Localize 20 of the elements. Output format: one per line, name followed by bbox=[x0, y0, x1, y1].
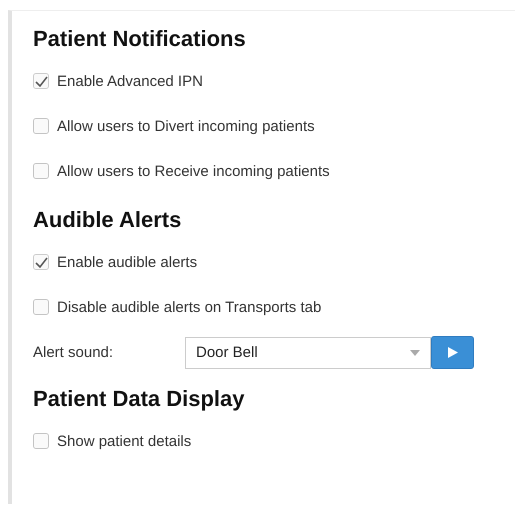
section-heading: Patient Data Display bbox=[33, 385, 246, 413]
checkbox[interactable] bbox=[33, 73, 49, 89]
checkbox[interactable] bbox=[33, 299, 49, 315]
checkbox[interactable] bbox=[33, 163, 49, 179]
field-label: Alert sound: bbox=[33, 344, 114, 361]
caret-icon bbox=[410, 350, 420, 356]
checkbox-label: Disable audible alerts on Transports tab bbox=[57, 298, 322, 316]
checkbox-label: Enable Advanced IPN bbox=[57, 72, 203, 90]
play-icon bbox=[448, 347, 458, 358]
checkbox-label: Show patient details bbox=[57, 432, 192, 450]
section-heading: Patient Notifications bbox=[33, 25, 247, 53]
play-button[interactable] bbox=[431, 336, 474, 369]
checkbox-label: Enable audible alerts bbox=[57, 254, 198, 270]
checkbox-label: Allow users to Divert incoming patients bbox=[57, 118, 315, 134]
checkbox-label: Allow users to Receive incoming patients bbox=[57, 162, 330, 180]
sound-dropdown[interactable]: Door Bell bbox=[185, 336, 431, 368]
section-heading: Audible Alerts bbox=[33, 206, 182, 234]
checkbox[interactable] bbox=[33, 118, 49, 134]
checkbox[interactable] bbox=[33, 254, 49, 270]
checkbox[interactable] bbox=[33, 433, 49, 449]
